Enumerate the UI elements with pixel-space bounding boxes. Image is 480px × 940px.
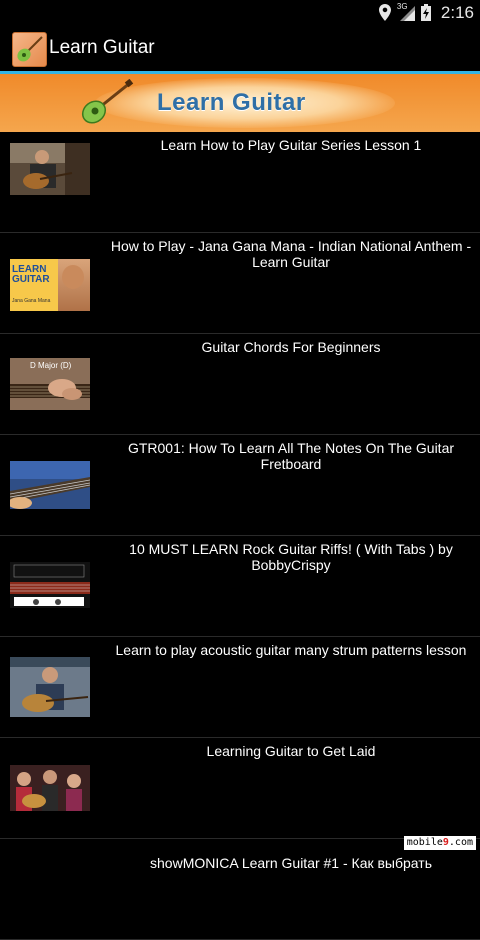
- status-time: 2:16: [440, 2, 474, 22]
- banner-title: Learn Guitar: [157, 89, 306, 116]
- video-thumbnail[interactable]: D Major (D): [10, 358, 90, 410]
- video-list: Learn How to Play Guitar Series Lesson 1…: [0, 132, 480, 940]
- video-thumbnail[interactable]: [10, 562, 90, 614]
- list-item[interactable]: LEARN GUITAR Jana Gana Mana How to Play …: [0, 233, 480, 334]
- video-title: Learn How to Play Guitar Series Lesson 1: [160, 137, 422, 153]
- battery-icon: [420, 4, 431, 21]
- thumbnail-text: LEARN GUITAR: [12, 264, 50, 285]
- status-bar: 3G 2:16: [0, 0, 480, 25]
- header-banner: Learn Guitar: [0, 74, 480, 132]
- video-thumbnail[interactable]: [10, 657, 90, 717]
- list-item[interactable]: Learn How to Play Guitar Series Lesson 1: [0, 132, 480, 233]
- video-title: Guitar Chords For Beginners: [201, 339, 381, 355]
- list-item[interactable]: Learning Guitar to Get Laid: [0, 738, 480, 839]
- location-icon: [378, 4, 391, 21]
- app-title: Learn Guitar: [49, 37, 155, 58]
- video-title: GTR001: How To Learn All The Notes On Th…: [127, 440, 455, 472]
- video-title: How to Play - Jana Gana Mana - Indian Na…: [110, 238, 472, 270]
- video-title: Learning Guitar to Get Laid: [206, 743, 376, 759]
- app-icon[interactable]: [12, 32, 47, 67]
- video-title: 10 MUST LEARN Rock Guitar Riffs! ( With …: [129, 541, 453, 573]
- video-thumbnail[interactable]: [10, 461, 90, 513]
- list-item[interactable]: 10 MUST LEARN Rock Guitar Riffs! ( With …: [0, 536, 480, 637]
- video-thumbnail[interactable]: [10, 765, 90, 811]
- guitar-icon: [81, 79, 134, 124]
- list-item[interactable]: GTR001: How To Learn All The Notes On Th…: [0, 435, 480, 536]
- video-title: Learn to play acoustic guitar many strum…: [115, 642, 467, 658]
- video-thumbnail[interactable]: LEARN GUITAR Jana Gana Mana: [10, 259, 90, 311]
- status-icons: 3G 2:16: [378, 0, 474, 25]
- thumbnail-text: D Major (D): [30, 361, 72, 370]
- video-title: showMONICA Learn Guitar #1 - Как выбрать: [150, 855, 432, 871]
- list-item[interactable]: D Major (D) Guitar Chords For Beginners: [0, 334, 480, 435]
- video-thumbnail[interactable]: [10, 143, 90, 195]
- thumbnail-subtext: Jana Gana Mana: [12, 298, 51, 304]
- list-item[interactable]: showMONICA Learn Guitar #1 - Как выбрать: [0, 839, 480, 940]
- watermark-suffix: .com: [448, 837, 473, 848]
- list-item[interactable]: Learn to play acoustic guitar many strum…: [0, 637, 480, 738]
- watermark: mobile9.com: [403, 836, 476, 850]
- watermark-prefix: mobile: [406, 837, 443, 848]
- signal-icon: 3G: [397, 2, 415, 21]
- action-bar: Learn Guitar: [0, 25, 480, 74]
